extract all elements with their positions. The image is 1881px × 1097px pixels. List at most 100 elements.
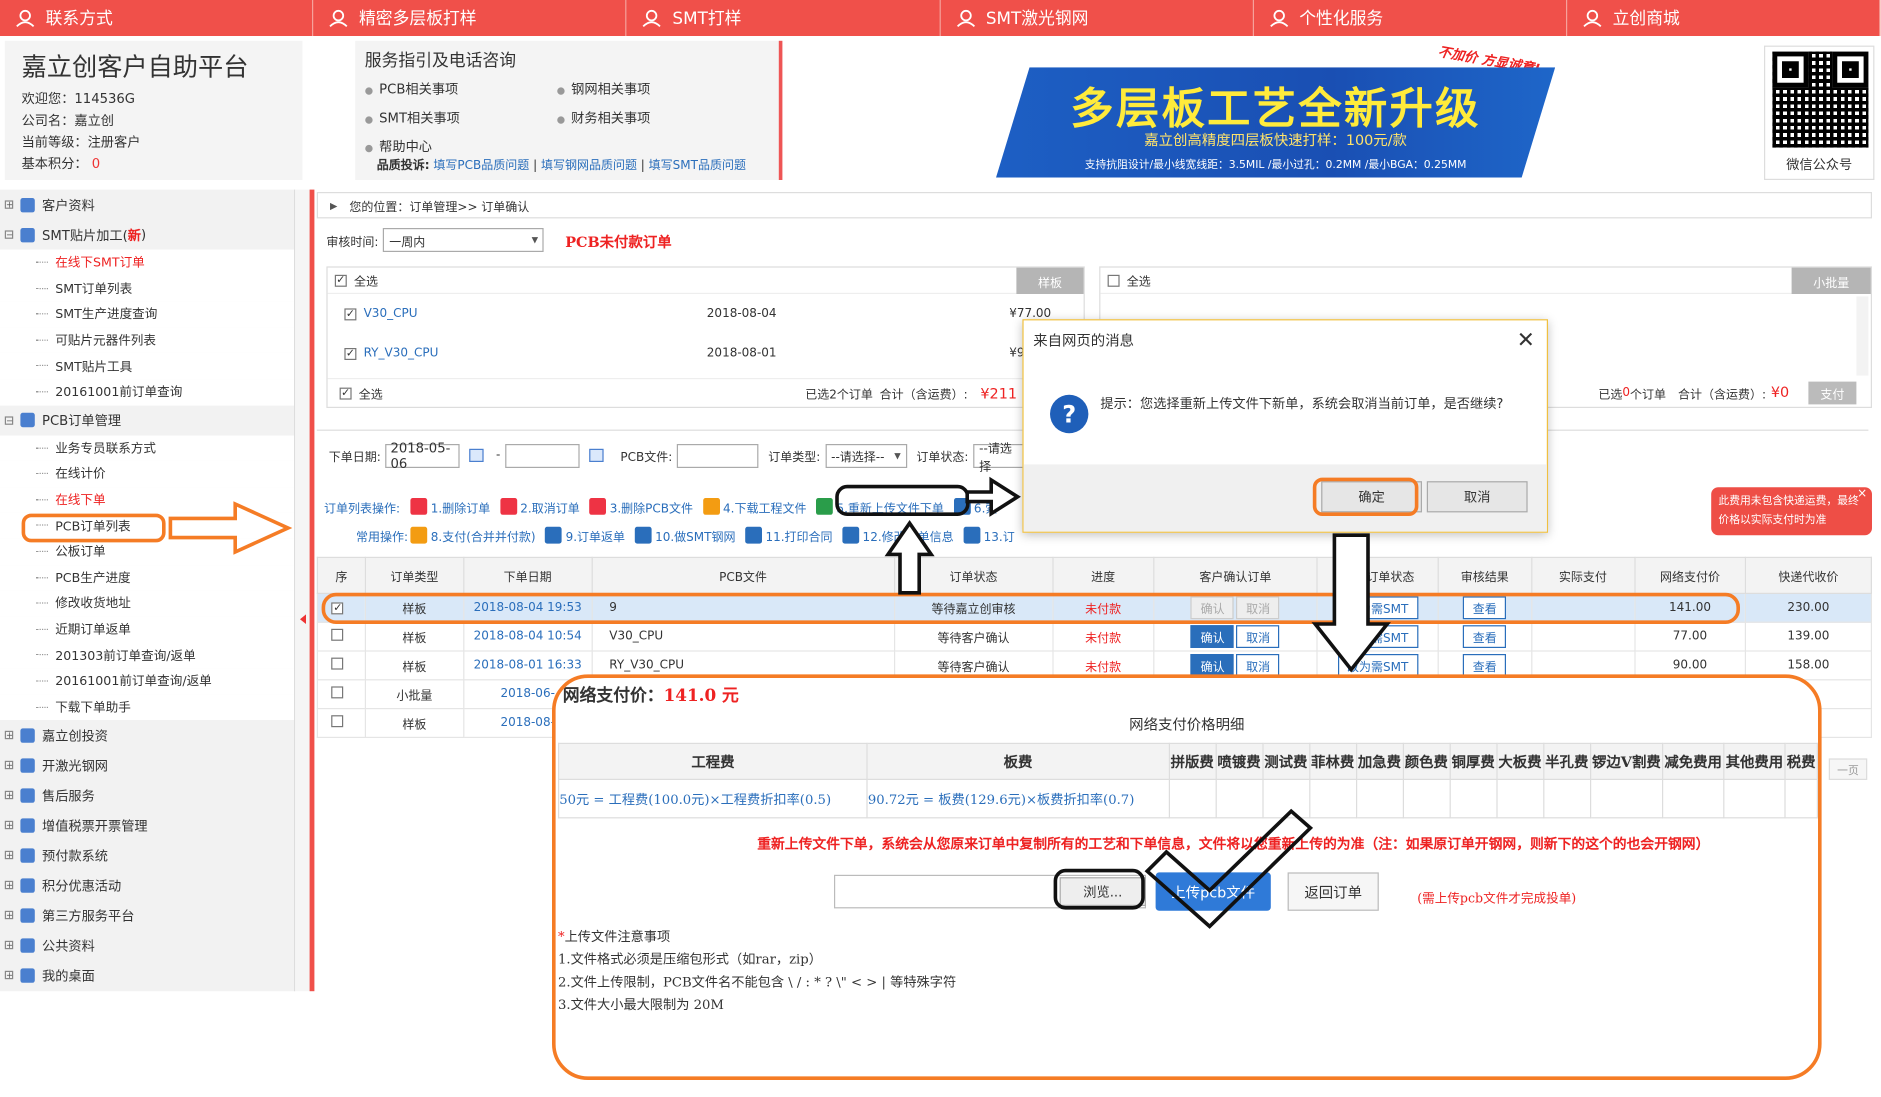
sidebar-item[interactable]: 可贴片元器件列表 bbox=[0, 327, 294, 354]
cancel-order-button[interactable]: 取消 bbox=[1236, 625, 1280, 648]
date-from-input[interactable]: 2018-05-06 bbox=[385, 440, 461, 471]
close-icon[interactable]: ✕ bbox=[1517, 328, 1535, 353]
promo-banner[interactable]: 多层板工艺全新升级 嘉立创高精度四层板快速打样：100元/款 支持抗阻设计/最小… bbox=[996, 67, 1556, 178]
expand-icon[interactable]: + bbox=[4, 820, 14, 830]
view-review-button[interactable]: 查看 bbox=[1463, 654, 1507, 677]
sidebar-item[interactable]: SMT订单列表 bbox=[0, 275, 294, 302]
row-checkbox[interactable] bbox=[331, 715, 344, 728]
complain-stencil-link[interactable]: 填写钢网品质问题 bbox=[541, 160, 637, 173]
sidebar-item[interactable]: 在线下单 bbox=[0, 486, 294, 513]
collapse-icon[interactable]: − bbox=[4, 415, 14, 425]
expand-icon[interactable]: + bbox=[4, 200, 14, 209]
review-time-select[interactable]: 一周内 ▼ bbox=[383, 228, 545, 253]
sidebar-group-11[interactable]: + 我的桌面 bbox=[0, 960, 294, 990]
sidebar-group-2[interactable]: − PCB订单管理 bbox=[0, 405, 294, 435]
select-all-checkbox[interactable] bbox=[1107, 274, 1120, 287]
view-review-button[interactable]: 查看 bbox=[1463, 625, 1507, 648]
expand-icon[interactable]: + bbox=[4, 850, 14, 860]
sidebar-item[interactable]: SMT贴片工具 bbox=[0, 353, 294, 380]
sidebar-item[interactable]: PCB生产进度 bbox=[0, 564, 294, 591]
expand-icon[interactable]: + bbox=[4, 940, 14, 950]
nav-item-5[interactable]: 立创商城 bbox=[1567, 0, 1881, 36]
sidebar-group-8[interactable]: + 积分优惠活动 bbox=[0, 870, 294, 900]
confirm-order-button[interactable]: 确认 bbox=[1190, 654, 1235, 677]
sidebar-group-5[interactable]: + 售后服务 bbox=[0, 780, 294, 810]
sidebar-item[interactable]: 在线下SMT订单 bbox=[0, 249, 294, 276]
row-checkbox[interactable]: ✓ bbox=[344, 307, 357, 320]
expand-icon[interactable]: + bbox=[4, 790, 14, 800]
row-checkbox[interactable] bbox=[331, 628, 344, 641]
service-link-pcb[interactable]: PCB相关事项 bbox=[365, 79, 557, 98]
op-row2-2[interactable]: 10.做SMT钢网 bbox=[634, 526, 735, 544]
list-item[interactable]: ✓ RY_V30_CPU 2018-08-01 ¥9 bbox=[328, 334, 1084, 374]
calendar-icon[interactable] bbox=[469, 448, 485, 463]
nav-item-3[interactable]: SMT激光钢网 bbox=[940, 0, 1254, 36]
expand-icon[interactable]: + bbox=[4, 760, 14, 770]
sidebar-item[interactable]: 公板订单 bbox=[0, 538, 294, 565]
select-all-checkbox[interactable]: ✓ bbox=[334, 274, 347, 287]
order-type-select[interactable]: --请选择-- ▼ bbox=[825, 443, 907, 468]
upload-pcb-button[interactable]: 上传pcb文件 bbox=[1155, 872, 1271, 911]
sidebar-group-3[interactable]: + 嘉立创投资 bbox=[0, 720, 294, 750]
sidebar-item[interactable]: 业务专员联系方式 bbox=[0, 435, 294, 461]
table-row[interactable]: 样板 2018-08-04 10:54 V30_CPU 等待客户确认 未付款 确认 取消 改为… bbox=[316, 621, 1873, 652]
nav-item-2[interactable]: SMT打样 bbox=[627, 0, 941, 36]
op-row2-3[interactable]: 11.打印合同 bbox=[745, 526, 833, 544]
pay-button[interactable]: 支付 bbox=[1808, 381, 1857, 404]
scrollbar[interactable] bbox=[1856, 296, 1869, 376]
confirm-order-button[interactable]: 确认 bbox=[1190, 625, 1235, 648]
op-row1-3[interactable]: 4.下载工程文件 bbox=[702, 497, 806, 515]
switch-smt-button[interactable]: 改为需SMT bbox=[1337, 625, 1418, 648]
row-checkbox[interactable] bbox=[331, 686, 344, 699]
sidebar-item[interactable]: 修改收货地址 bbox=[0, 590, 294, 617]
complain-smt-link[interactable]: 填写SMT品质问题 bbox=[649, 160, 746, 173]
sidebar-item[interactable]: SMT生产进度查询 bbox=[0, 301, 294, 328]
service-link-help[interactable]: 帮助中心 bbox=[365, 137, 557, 156]
expand-icon[interactable]: + bbox=[4, 730, 14, 740]
pager-button[interactable]: 一页 bbox=[1828, 758, 1868, 781]
service-link-stencil[interactable]: 钢网相关事项 bbox=[557, 79, 749, 98]
order-status-select[interactable]: --请选择 bbox=[973, 442, 1029, 473]
date-to-input[interactable] bbox=[505, 443, 580, 468]
sidebar-item[interactable]: 下载下单助手 bbox=[0, 694, 294, 721]
close-icon[interactable]: × bbox=[1857, 485, 1867, 504]
op-row2-5[interactable]: 13.订 bbox=[963, 526, 1015, 544]
list-item[interactable]: ✓ V30_CPU 2018-08-04 ¥77.00 bbox=[328, 294, 1084, 334]
sidebar-item[interactable]: 20161001前订单查询 bbox=[0, 379, 294, 406]
sidebar-group-4[interactable]: + 开激光钢网 bbox=[0, 750, 294, 780]
op-row2-0[interactable]: 8.支付(合并并付款) bbox=[410, 526, 536, 544]
service-link-finance[interactable]: 财务相关事项 bbox=[557, 108, 749, 127]
switch-smt-button[interactable]: 改为需SMT bbox=[1337, 654, 1418, 677]
sidebar-item[interactable]: 在线计价 bbox=[0, 460, 294, 487]
op-row2-4[interactable]: 12.修改订单信息 bbox=[842, 526, 954, 544]
expand-icon[interactable]: + bbox=[4, 970, 14, 980]
sidebar-item[interactable]: 20161001前订单查询/返单 bbox=[0, 668, 294, 695]
row-checkbox[interactable] bbox=[331, 657, 344, 670]
collapse-icon[interactable]: − bbox=[4, 230, 14, 239]
sidebar-group-9[interactable]: + 第三方服务平台 bbox=[0, 900, 294, 930]
cancel-order-button[interactable]: 取消 bbox=[1236, 654, 1280, 677]
op-row2-1[interactable]: 9.订单返单 bbox=[545, 526, 625, 544]
row-checkbox[interactable]: ✓ bbox=[344, 347, 357, 360]
back-to-order-button[interactable]: 返回订单 bbox=[1287, 872, 1379, 911]
nav-item-4[interactable]: 个性化服务 bbox=[1254, 0, 1568, 36]
sidebar-group-7[interactable]: + 预付款系统 bbox=[0, 840, 294, 870]
sidebar-collapse-bar[interactable] bbox=[295, 189, 315, 992]
op-row1-0[interactable]: 1.删除订单 bbox=[410, 497, 490, 515]
sidebar-group-6[interactable]: + 增值税票开票管理 bbox=[0, 810, 294, 840]
pcb-file-input[interactable] bbox=[677, 443, 759, 468]
sidebar-group-1[interactable]: − SMT贴片加工(新) bbox=[0, 220, 294, 250]
nav-item-0[interactable]: 联系方式 bbox=[0, 0, 314, 36]
op-row1-1[interactable]: 2.取消订单 bbox=[499, 497, 580, 515]
nav-item-1[interactable]: 精密多层板打样 bbox=[313, 0, 627, 36]
sidebar-group-0[interactable]: + 客户资料 bbox=[0, 190, 294, 220]
calendar-icon[interactable] bbox=[589, 448, 604, 463]
sidebar-item[interactable]: 近期订单返单 bbox=[0, 616, 294, 643]
expand-icon[interactable]: + bbox=[4, 880, 14, 890]
sidebar-group-10[interactable]: + 公共资料 bbox=[0, 930, 294, 960]
op-row1-2[interactable]: 3.删除PCB文件 bbox=[589, 497, 693, 515]
dialog-cancel-button[interactable]: 取消 bbox=[1426, 481, 1528, 513]
expand-icon[interactable]: + bbox=[4, 910, 14, 920]
sidebar-item[interactable]: 201303前订单查询/返单 bbox=[0, 642, 294, 669]
complain-pcb-link[interactable]: 填写PCB品质问题 bbox=[433, 160, 529, 173]
